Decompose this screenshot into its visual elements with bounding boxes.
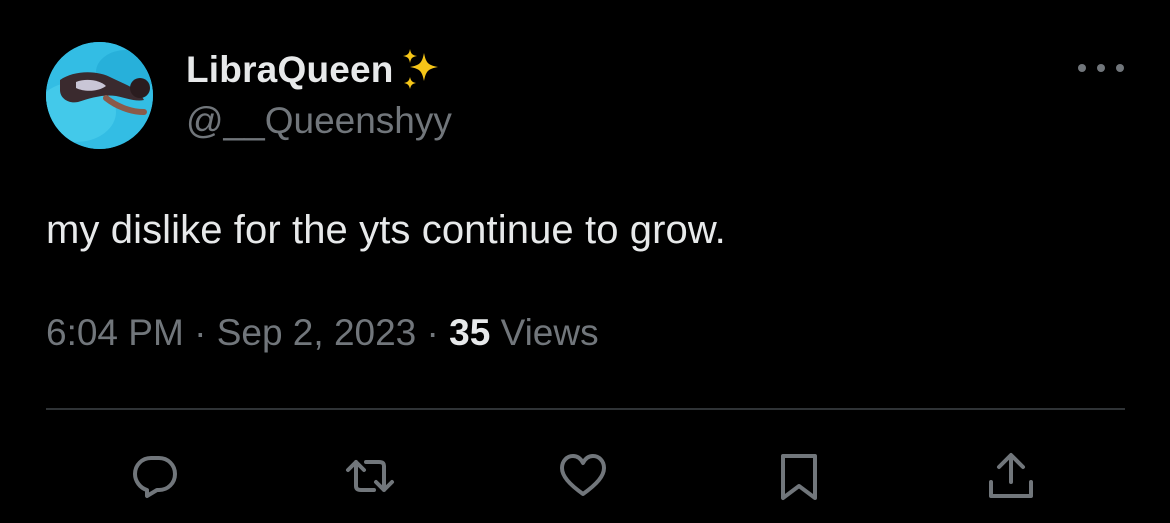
more-options-icon[interactable]	[1078, 56, 1124, 80]
avatar-photo	[46, 42, 153, 149]
display-name-row[interactable]: LibraQueen	[186, 46, 444, 94]
views-label[interactable]: Views	[490, 312, 599, 354]
avatar[interactable]	[46, 42, 153, 149]
tweet-time[interactable]: 6:04 PM	[46, 312, 184, 354]
bookmark-icon	[781, 454, 817, 500]
tweet-meta: 6:04 PM · Sep 2, 2023 · 35 Views	[46, 312, 599, 354]
reply-button[interactable]	[127, 448, 183, 504]
divider	[46, 408, 1125, 410]
more-dot	[1116, 64, 1124, 72]
handle[interactable]: @__Queenshyy	[186, 100, 452, 142]
views-count[interactable]: 35	[449, 312, 490, 354]
share-button[interactable]	[983, 448, 1039, 504]
tweet-text: my dislike for the yts continue to grow.	[46, 208, 726, 252]
more-dot	[1097, 64, 1105, 72]
reply-icon	[133, 456, 177, 498]
meta-separator: ·	[416, 312, 450, 353]
bookmark-button[interactable]	[771, 448, 827, 504]
more-dot	[1078, 64, 1086, 72]
meta-separator: ·	[183, 312, 217, 353]
action-bar	[0, 440, 1170, 520]
sparkles-icon	[402, 49, 438, 89]
retweet-button[interactable]	[342, 448, 398, 504]
tweet-date[interactable]: Sep 2, 2023	[217, 312, 417, 354]
display-name[interactable]: LibraQueen	[186, 49, 394, 91]
share-icon	[989, 453, 1033, 498]
like-button[interactable]	[555, 448, 611, 504]
tweet: LibraQueen @__Queenshyy my dislike for t…	[0, 0, 1170, 523]
retweet-icon	[346, 460, 394, 492]
like-icon	[560, 454, 606, 496]
